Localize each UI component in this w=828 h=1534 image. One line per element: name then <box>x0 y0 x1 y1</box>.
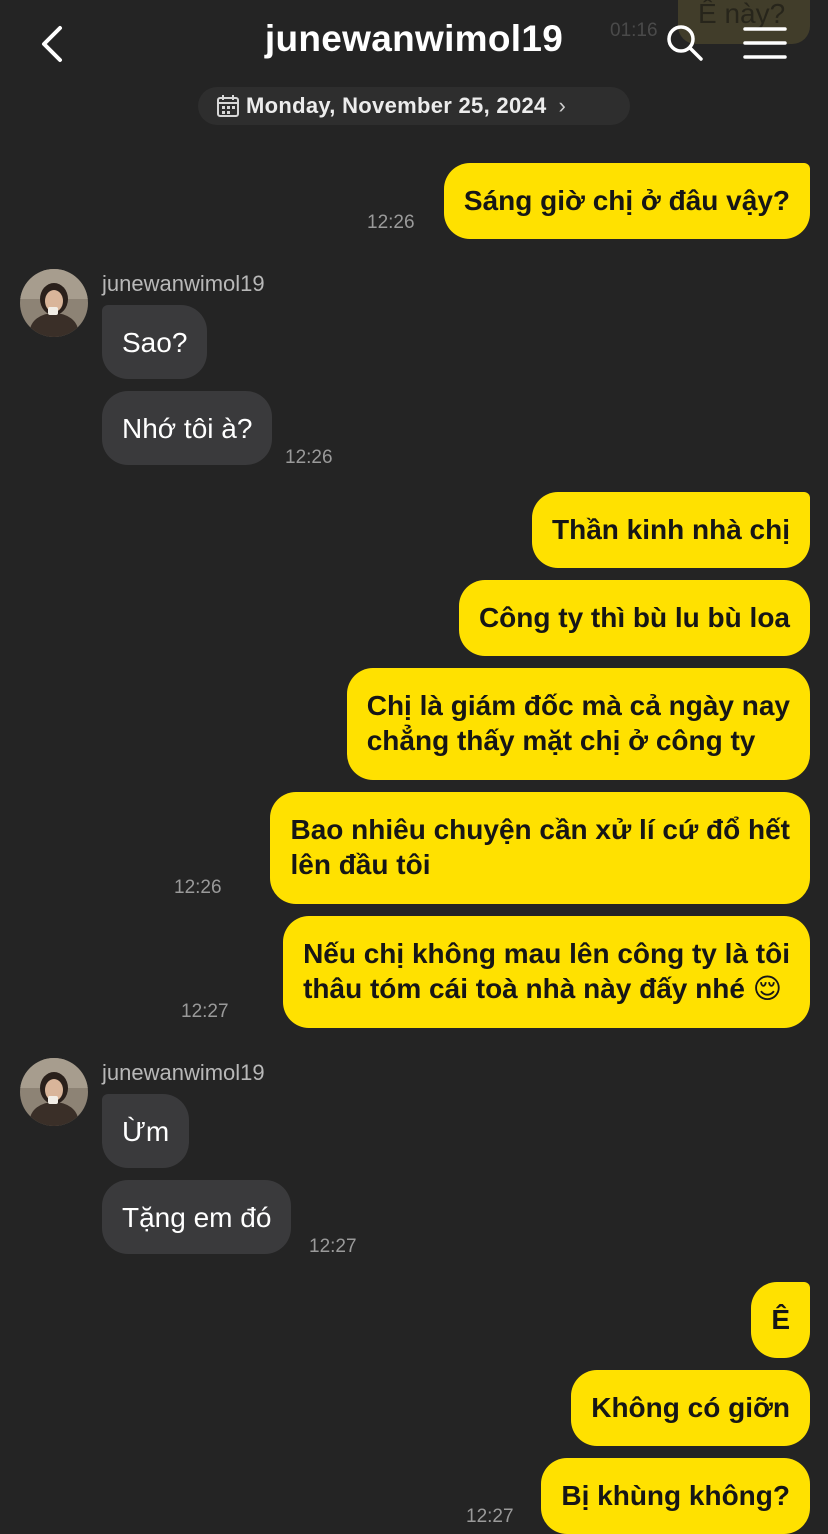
menu-button[interactable] <box>742 24 788 62</box>
message-text: Ê <box>771 1304 790 1335</box>
outgoing-message[interactable]: Thần kinh nhà chị <box>531 492 810 568</box>
outgoing-message[interactable]: Ê <box>751 1282 810 1358</box>
calendar-icon <box>217 95 239 117</box>
profile-photo-icon <box>20 269 88 337</box>
message-text: Không có giỡn <box>591 1392 790 1423</box>
incoming-message[interactable]: Nhớ tôi à? <box>102 391 273 465</box>
message-text: Bị khùng không? <box>561 1480 790 1511</box>
message-text: Sáng giờ chị ở đâu vậy? <box>463 185 790 216</box>
chat-header: Ê này? 01:16 junewanwimol19 Monday, Nove… <box>0 0 828 140</box>
sender-name: junewanwimol19 <box>102 1060 265 1085</box>
message-text: Bao nhiêu chuyện cần xử lí cứ đổ hết <box>290 814 790 845</box>
chevron-right-icon: › <box>558 93 566 118</box>
incoming-message[interactable]: Tặng em đó <box>102 1180 292 1254</box>
search-button[interactable] <box>664 22 706 64</box>
message-time: 12:26 <box>174 877 222 898</box>
hamburger-menu-icon <box>743 27 787 59</box>
outgoing-message[interactable]: Bị khùng không? <box>541 1458 810 1534</box>
message-text: thâu tóm cái toà nhà này đấy nhé 😌 <box>303 973 782 1004</box>
message-time: 12:26 <box>367 212 415 233</box>
message-text: Công ty thì bù lu bù loa <box>478 602 790 633</box>
message-text: Ừm <box>122 1116 170 1147</box>
outgoing-message[interactable]: Chị là giám đốc mà cả ngày nay chẳng thấ… <box>346 668 810 780</box>
search-icon <box>667 25 703 61</box>
message-text: lên đầu tôi <box>290 849 431 880</box>
message-time: 12:27 <box>181 1001 229 1022</box>
message-time: 12:26 <box>285 447 333 468</box>
message-text: Tặng em đó <box>122 1202 272 1233</box>
message-text: Chị là giám đốc mà cả ngày nay <box>366 690 790 721</box>
outgoing-message[interactable]: Công ty thì bù lu bù loa <box>458 580 810 656</box>
outgoing-message[interactable]: Bao nhiêu chuyện cần xử lí cứ đổ hết lên… <box>270 792 810 904</box>
outgoing-message[interactable]: Không có giỡn <box>571 1370 810 1446</box>
message-text: Nhớ tôi à? <box>122 413 253 444</box>
date-selector[interactable]: Monday, November 25, 2024 › <box>198 87 630 125</box>
message-time: 12:27 <box>309 1236 357 1257</box>
message-text: chẳng thấy mặt chị ở công ty <box>366 725 756 756</box>
outgoing-message[interactable]: Sáng giờ chị ở đâu vậy? <box>443 163 810 239</box>
avatar[interactable] <box>20 269 88 337</box>
message-text: Nếu chị không mau lên công ty là tôi <box>303 938 790 969</box>
date-label: Monday, November 25, 2024 <box>246 93 547 118</box>
message-text: Sao? <box>122 327 188 358</box>
incoming-message[interactable]: Sao? <box>102 305 208 379</box>
outgoing-message[interactable]: Nếu chị không mau lên công ty là tôi thâ… <box>283 916 810 1028</box>
profile-photo-icon <box>20 1058 88 1126</box>
avatar[interactable] <box>20 1058 88 1126</box>
message-text: Thần kinh nhà chị <box>551 514 790 545</box>
message-time: 12:27 <box>466 1506 514 1527</box>
sender-name: junewanwimol19 <box>102 271 265 296</box>
incoming-message[interactable]: Ừm <box>102 1094 190 1168</box>
